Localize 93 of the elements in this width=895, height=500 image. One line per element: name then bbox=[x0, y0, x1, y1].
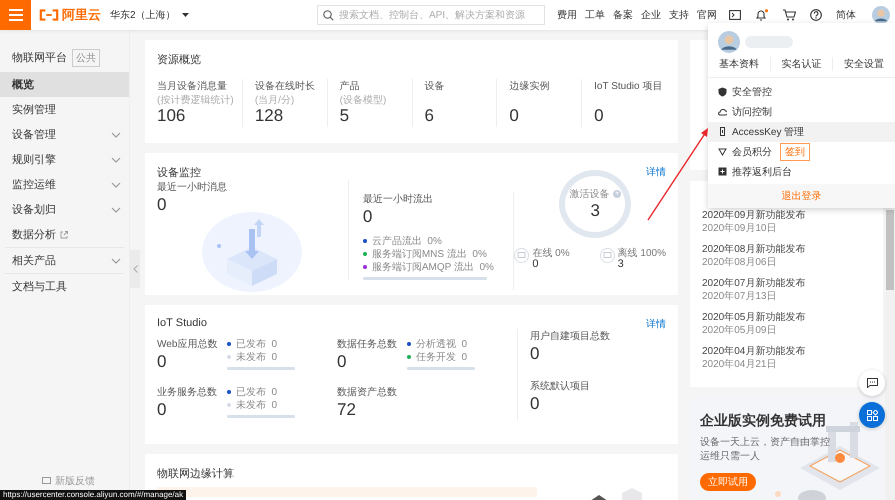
ring-label: 激活设备 bbox=[570, 188, 610, 201]
stat-value: 128 bbox=[254, 106, 284, 127]
card-title: 物联网边缘计算 bbox=[157, 467, 235, 481]
menu-item[interactable]: 会员积分 签到 bbox=[708, 142, 895, 162]
news-date: 2020年09月10日 bbox=[702, 222, 778, 235]
sidebar-item[interactable]: 数据分析 bbox=[0, 222, 129, 247]
account-link[interactable]: 基本资料 bbox=[708, 57, 770, 71]
nav-link[interactable]: 工单 bbox=[581, 8, 609, 22]
details-link[interactable]: 详情 bbox=[646, 317, 666, 331]
legend-label: 未发布 0 bbox=[236, 398, 278, 412]
metric-value: 0 bbox=[157, 351, 168, 373]
stat-value: 106 bbox=[157, 106, 186, 127]
menu-item[interactable]: 推荐返利后台 bbox=[708, 162, 895, 182]
metric-label: 最近一小时流出 bbox=[362, 192, 434, 206]
news-link[interactable]: 2020年09月新功能发布 bbox=[702, 209, 871, 222]
legend-label: 已发布 0 bbox=[236, 338, 278, 350]
sidebar-item[interactable]: 规则引擎 bbox=[0, 147, 129, 172]
nav-link[interactable]: 费用 bbox=[553, 8, 581, 22]
stat-value: 6 bbox=[424, 105, 435, 127]
news-date: 2020年08月06日 bbox=[702, 256, 778, 269]
legend-label: 服务端订阅MNS 流出 0% bbox=[372, 248, 487, 260]
news-link[interactable]: 2020年04月新功能发布 bbox=[702, 345, 871, 358]
state-value: 0 bbox=[532, 259, 540, 270]
sidebar-item[interactable]: 设备管理 bbox=[0, 122, 129, 147]
legend-label: 云产品流出 0% bbox=[372, 234, 442, 248]
stat-label: 设备在线时长 bbox=[254, 80, 316, 93]
ring-value: 3 bbox=[590, 201, 600, 221]
stat-value: 0 bbox=[509, 105, 520, 127]
metric-label: 最近一小时消息 bbox=[157, 180, 228, 194]
nav-link[interactable]: 支持 bbox=[665, 8, 693, 22]
menu-item[interactable]: 安全管控 bbox=[708, 82, 895, 102]
metric-label: 业务服务总数 bbox=[157, 386, 215, 399]
metric-label: 数据任务总数 bbox=[337, 338, 395, 351]
stat-sublabel: (设备模型) bbox=[340, 94, 388, 105]
news-date: 2020年05月09日 bbox=[702, 324, 778, 337]
region-dropdown[interactable]: 华东2（上海） bbox=[110, 8, 189, 22]
tag: 公共 bbox=[72, 48, 100, 66]
card-title: IoT Studio bbox=[157, 317, 207, 329]
nav-link[interactable]: 备案 bbox=[609, 8, 637, 22]
metric-value: 0 bbox=[157, 399, 168, 421]
stat-sublabel: (按计费逻辑统计) bbox=[157, 94, 235, 105]
status-url: https://usercenter.console.aliyun.com/#/manage/ak bbox=[0, 490, 186, 500]
sidebar-item[interactable]: 文档与工具 bbox=[5, 274, 124, 299]
legend-label: 未发布 0 bbox=[236, 350, 278, 364]
stat-label: 当月设备消息量 bbox=[157, 80, 228, 93]
nav-link[interactable]: 官网 bbox=[693, 8, 721, 22]
metric-label: 系统默认项目 bbox=[530, 380, 591, 393]
metric-value: 72 bbox=[337, 399, 357, 421]
state-label: 离线 100% bbox=[618, 248, 666, 259]
sidebar-item[interactable]: 设备划归 bbox=[0, 197, 129, 222]
news-link[interactable]: 2020年08月新功能发布 bbox=[702, 243, 871, 256]
legend-label: 任务开发 0 bbox=[416, 350, 468, 364]
metric-label: Web应用总数 bbox=[157, 338, 215, 351]
sidebar-item[interactable]: 相关产品 bbox=[5, 248, 124, 273]
stat-label: 设备 bbox=[424, 80, 446, 93]
metric-label: 用户自建项目总数 bbox=[530, 330, 611, 343]
metric-value: 0 bbox=[362, 206, 374, 228]
account-link[interactable]: 安全设置 bbox=[832, 57, 895, 71]
news-date: 2020年07月13日 bbox=[702, 290, 778, 303]
language-link[interactable]: 简体 bbox=[832, 8, 860, 22]
promo-text: 运维只需一人 bbox=[700, 450, 761, 464]
menu-item[interactable]: 访问控制 bbox=[708, 102, 895, 122]
news-link[interactable]: 2020年05月新功能发布 bbox=[702, 311, 871, 324]
card-title: 资源概览 bbox=[157, 53, 202, 67]
promo-text: 设备一天上云，资产自由掌控 bbox=[700, 436, 831, 450]
card-title: 设备监控 bbox=[157, 166, 201, 180]
menu-item[interactable]: AccessKey 管理 bbox=[708, 122, 895, 142]
stat-sublabel: (当月/分) bbox=[254, 94, 296, 105]
legend-label: 已发布 0 bbox=[236, 386, 278, 398]
metric-value: 0 bbox=[337, 351, 348, 373]
sidebar-title: 物联网平台 bbox=[12, 51, 67, 65]
news-date: 2020年04月21日 bbox=[702, 358, 778, 371]
sidebar-item[interactable]: 监控运维 bbox=[0, 172, 129, 197]
state-label: 在线 0% bbox=[532, 248, 570, 259]
stat-label: 产品 bbox=[340, 80, 361, 93]
metric-value: 0 bbox=[530, 393, 540, 415]
legend-label: 分析透视 0 bbox=[416, 338, 468, 350]
account-link[interactable]: 实名认证 bbox=[770, 57, 832, 71]
stat-value: 5 bbox=[340, 106, 350, 127]
sidebar-item[interactable]: 概览 bbox=[0, 72, 129, 97]
stat-label: IoT Studio 项目 bbox=[594, 80, 664, 93]
metric-value: 0 bbox=[157, 194, 168, 216]
promo-title: 企业版实例免费试用 bbox=[700, 412, 827, 430]
metric-label: 数据资产总数 bbox=[337, 386, 395, 399]
metric-value: 0 bbox=[530, 343, 540, 365]
news-link[interactable]: 2020年07月新功能发布 bbox=[702, 277, 871, 290]
stat-label: 边缘实例 bbox=[509, 80, 550, 93]
nav-link[interactable]: 企业 bbox=[637, 8, 665, 22]
legend-label: 服务端订阅AMQP 流出 0% bbox=[372, 260, 494, 274]
details-link[interactable]: 详情 bbox=[646, 165, 666, 179]
stat-value: 0 bbox=[594, 105, 605, 127]
sidebar-item[interactable]: 实例管理 bbox=[0, 97, 129, 122]
state-value: 3 bbox=[618, 259, 625, 270]
